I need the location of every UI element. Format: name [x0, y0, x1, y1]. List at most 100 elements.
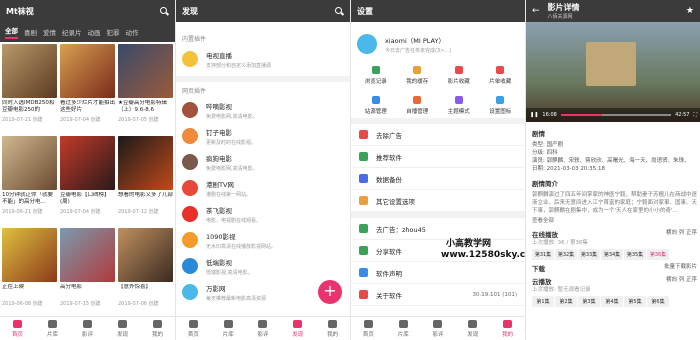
- episode-button[interactable]: 第5集: [624, 296, 646, 307]
- collection-card[interactable]: 想看的电影又多了几部 2019-07-12 创建: [118, 136, 173, 215]
- episode-button[interactable]: 第31集: [532, 249, 554, 260]
- plugin-row[interactable]: 茶飞影视 电影、电视剧在线观看。: [176, 202, 350, 226]
- player-icon: [413, 96, 422, 104]
- plugin-row[interactable]: 低端影视 低端影视,高清电影。: [176, 254, 350, 278]
- tab-reviews[interactable]: 影评: [70, 317, 105, 340]
- plugin-name: 钉子电影: [206, 128, 232, 137]
- episode-button[interactable]: 第4集: [601, 296, 623, 307]
- add-plugin-button[interactable]: +: [318, 280, 342, 304]
- tab-label: 影评: [257, 332, 269, 338]
- player-item[interactable]: 自播管理: [397, 96, 439, 115]
- plugin-row[interactable]: 哔嘀影视 免费电影网,高清电影。: [176, 98, 350, 122]
- plugin-row[interactable]: 钉子电影更新及时的在线影视。: [176, 124, 350, 148]
- episode-button[interactable]: 第35集: [624, 249, 646, 260]
- plugin-row-tv[interactable]: 电视直播 支持部分和自定义添加直播源: [176, 46, 350, 72]
- poster-image: [118, 136, 173, 190]
- category-all[interactable]: 全部: [5, 25, 18, 39]
- category-crime[interactable]: 犯罪: [107, 27, 120, 37]
- tab-library[interactable]: 片库: [386, 317, 421, 340]
- play-order-controls[interactable]: 横向 列 正序: [666, 276, 697, 286]
- category-romance[interactable]: 爱情: [43, 27, 56, 37]
- list-favorites-item[interactable]: 片单收藏: [480, 66, 522, 85]
- app-icon-item[interactable]: 设置图标: [480, 96, 522, 115]
- remove-ads-row[interactable]: 去除广告: [351, 124, 525, 146]
- episode-button[interactable]: 第2集: [555, 296, 577, 307]
- tab-discover[interactable]: 发现: [105, 317, 140, 340]
- plugin-row[interactable]: 疯狗电影 免费电影网,高清电影。: [176, 150, 350, 174]
- theme-item[interactable]: 主题模式: [438, 96, 480, 115]
- source-item[interactable]: 站源管理: [355, 96, 397, 115]
- backup-row[interactable]: 数据备份: [351, 168, 525, 190]
- plugin-name: 低端影视: [206, 258, 232, 267]
- batch-download-link[interactable]: 批量下载影片: [664, 263, 697, 273]
- tab-label: 发现: [467, 332, 479, 338]
- search-icon[interactable]: [334, 6, 344, 16]
- episode-button[interactable]: 第1集: [532, 296, 554, 307]
- pause-icon[interactable]: ❚❚: [530, 112, 538, 118]
- collection-card[interactable]: 同时入选IMDB250和豆瓣电影250的 2019-07-21 创建: [2, 44, 57, 123]
- collection-card[interactable]: 豆瓣电影【口碑榜】(周) 2019-07-04 创建: [60, 136, 115, 215]
- card-date: 2019-06-21 创建: [2, 209, 43, 215]
- shield-icon: [359, 268, 368, 277]
- star-icon: [454, 66, 463, 74]
- episode-button[interactable]: 第6集: [647, 296, 669, 307]
- card-date: 2019-07-21 创建: [2, 117, 43, 123]
- category-action[interactable]: 动作: [126, 27, 139, 37]
- tab-library[interactable]: 片库: [211, 317, 246, 340]
- tab-mine[interactable]: 我的: [140, 317, 175, 340]
- recommend-row[interactable]: 推荐软件: [351, 146, 525, 168]
- tab-reviews[interactable]: 影评: [421, 317, 456, 340]
- collection-card[interactable]: 10分钟就让你「就要不能」的高分电... 2019-06-21 创建: [2, 136, 57, 215]
- search-icon[interactable]: [159, 6, 169, 16]
- about-row[interactable]: 关于软件 30.19.101 (101): [351, 284, 525, 306]
- tab-discover[interactable]: 发现: [280, 317, 315, 340]
- progress-bar[interactable]: [560, 114, 672, 116]
- category-animation[interactable]: 动画: [88, 27, 101, 37]
- plugin-name: 1090影视: [206, 232, 236, 241]
- see-all-link[interactable]: 查看全部: [532, 217, 697, 225]
- episode-button[interactable]: 第3集: [578, 296, 600, 307]
- collection-card[interactable]: 正在上映 2019-06-08 创建: [2, 228, 57, 307]
- tab-home[interactable]: 首页: [0, 317, 35, 340]
- other-settings-row[interactable]: 其它设置选项: [351, 190, 525, 212]
- category-comedy[interactable]: 喜剧: [24, 27, 37, 37]
- info-icon: [359, 290, 368, 299]
- episode-button[interactable]: 第32集: [555, 249, 577, 260]
- progress-fill: [560, 114, 602, 116]
- cache-item[interactable]: 我的缓存: [397, 66, 439, 85]
- plugin-row[interactable]: 港剧TV网 港剧在线第一网站。: [176, 176, 350, 200]
- tab-mine[interactable]: 我的: [490, 317, 525, 340]
- collection-card[interactable]: 高分电影 2019-07-15 创建: [60, 228, 115, 307]
- episode-button[interactable]: 第33集: [578, 249, 600, 260]
- tab-home[interactable]: 首页: [351, 317, 386, 340]
- user-name: xiaomi（MI PLAY）: [385, 36, 445, 45]
- settings-topbar: 设置: [351, 0, 525, 22]
- tab-home[interactable]: 首页: [176, 317, 211, 340]
- video-player[interactable]: ❚❚ 16:08 42:57 ⛶: [526, 22, 700, 122]
- episode-button[interactable]: 第34集: [601, 249, 623, 260]
- share-icon: [359, 246, 368, 255]
- tab-mine[interactable]: 我的: [315, 317, 350, 340]
- plugin-icon: [182, 102, 198, 118]
- tab-reviews[interactable]: 影评: [246, 317, 281, 340]
- tab-label: 我的: [502, 332, 514, 338]
- collection-card[interactable]: ★豆瓣高分电影特辑（上）9.6-8.6 2019-07-05 创建: [118, 44, 173, 123]
- collection-card[interactable]: 看过多少烂片才能拍出这些好片 2019-07-04 创建: [60, 44, 115, 123]
- statement-row[interactable]: 软件声明: [351, 262, 525, 284]
- fullscreen-icon[interactable]: ⛶: [693, 112, 697, 118]
- user-profile[interactable]: xiaomi（MI PLAY） 今日去广告任务未完成(3>...): [351, 30, 525, 58]
- plugin-desc: 更新及时的在线影视。: [206, 139, 257, 146]
- play-order-controls[interactable]: 横向 列 正序: [666, 229, 697, 239]
- tab-discover[interactable]: 发现: [455, 317, 490, 340]
- star-icon[interactable]: ★: [686, 6, 694, 16]
- plugin-row[interactable]: 1090影视 无水印高清在线播放影视网站。: [176, 228, 350, 252]
- episode-button-active[interactable]: 第36集: [647, 249, 669, 260]
- category-documentary[interactable]: 纪录片: [62, 27, 82, 37]
- collection-card[interactable]: 【意外惊喜】 2019-07-06 创建: [118, 228, 173, 307]
- back-arrow-icon[interactable]: ←: [532, 6, 540, 16]
- favorites-item[interactable]: 影片收藏: [438, 66, 480, 85]
- card-date: 2019-07-15 创建: [60, 301, 101, 307]
- grid-label: 主题模式: [447, 109, 470, 115]
- history-item[interactable]: 浏览记录: [355, 66, 397, 85]
- tab-library[interactable]: 片库: [35, 317, 70, 340]
